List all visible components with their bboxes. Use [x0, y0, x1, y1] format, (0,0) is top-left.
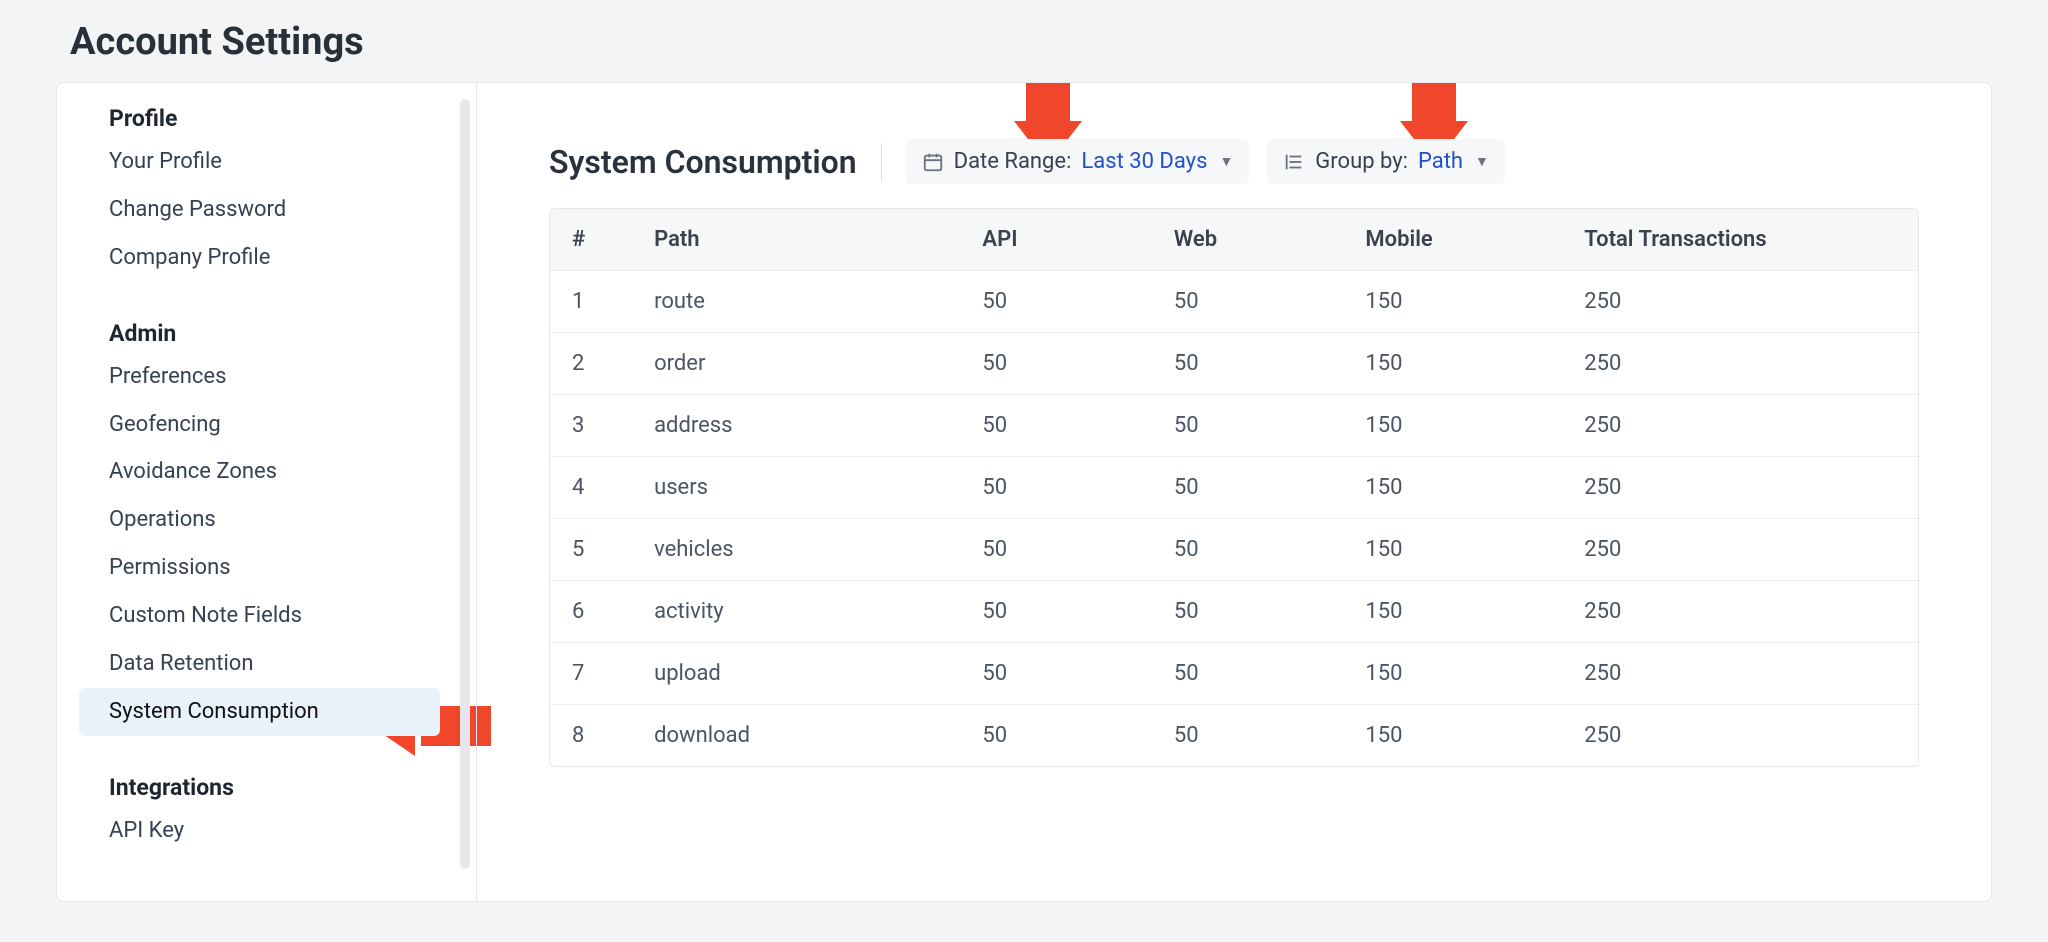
calendar-icon [922, 151, 944, 173]
col-mobile[interactable]: Mobile [1343, 209, 1562, 271]
group-by-selector[interactable]: Group by: Path ▼ [1267, 139, 1505, 184]
cell-path: activity [632, 581, 960, 643]
sidebar-item-custom-note-fields[interactable]: Custom Note Fields [57, 592, 476, 640]
cell-mobile: 150 [1343, 271, 1562, 333]
cell-index: 4 [550, 457, 632, 519]
table-row: 1route5050150250 [550, 271, 1918, 333]
cell-api: 50 [960, 395, 1152, 457]
cell-mobile: 150 [1343, 705, 1562, 767]
cell-total: 250 [1562, 519, 1918, 581]
cell-web: 50 [1152, 395, 1344, 457]
cell-total: 250 [1562, 333, 1918, 395]
cell-path: users [632, 457, 960, 519]
cell-web: 50 [1152, 519, 1344, 581]
sidebar-group-integrations: Integrations [57, 762, 476, 807]
cell-index: 1 [550, 271, 632, 333]
cell-index: 2 [550, 333, 632, 395]
main-panel: System Consumption Date Range: Last 30 D… [477, 83, 1991, 901]
cell-total: 250 [1562, 395, 1918, 457]
date-range-label: Date Range: [954, 149, 1072, 174]
sidebar-item-permissions[interactable]: Permissions [57, 544, 476, 592]
cell-mobile: 150 [1343, 581, 1562, 643]
cell-total: 250 [1562, 271, 1918, 333]
table-row: 8download5050150250 [550, 705, 1918, 767]
cell-web: 50 [1152, 643, 1344, 705]
col-index[interactable]: # [550, 209, 632, 271]
sidebar-item-company-profile[interactable]: Company Profile [57, 234, 476, 282]
sidebar-item-system-consumption[interactable]: System Consumption [79, 688, 440, 736]
group-by-value: Path [1418, 149, 1463, 174]
cell-api: 50 [960, 705, 1152, 767]
cell-path: vehicles [632, 519, 960, 581]
cell-total: 250 [1562, 643, 1918, 705]
col-web[interactable]: Web [1152, 209, 1344, 271]
table-row: 6activity5050150250 [550, 581, 1918, 643]
group-by-label: Group by: [1315, 149, 1408, 174]
date-range-value: Last 30 Days [1081, 149, 1207, 174]
sidebar-item-data-retention[interactable]: Data Retention [57, 640, 476, 688]
cell-web: 50 [1152, 271, 1344, 333]
cell-mobile: 150 [1343, 457, 1562, 519]
cell-index: 8 [550, 705, 632, 767]
col-api[interactable]: API [960, 209, 1152, 271]
sidebar-item-your-profile[interactable]: Your Profile [57, 138, 476, 186]
list-icon [1283, 151, 1305, 173]
cell-path: order [632, 333, 960, 395]
sidebar-item-operations[interactable]: Operations [57, 496, 476, 544]
settings-sidebar: Profile Your Profile Change Password Com… [57, 83, 477, 901]
cell-total: 250 [1562, 457, 1918, 519]
cell-web: 50 [1152, 457, 1344, 519]
cell-api: 50 [960, 333, 1152, 395]
chevron-down-icon: ▼ [1219, 153, 1233, 170]
cell-api: 50 [960, 581, 1152, 643]
table-header-row: # Path API Web Mobile Total Transactions [550, 209, 1918, 271]
cell-mobile: 150 [1343, 333, 1562, 395]
cell-web: 50 [1152, 581, 1344, 643]
cell-api: 50 [960, 643, 1152, 705]
cell-mobile: 150 [1343, 643, 1562, 705]
chevron-down-icon: ▼ [1475, 153, 1489, 170]
cell-api: 50 [960, 457, 1152, 519]
cell-api: 50 [960, 519, 1152, 581]
table-row: 3address5050150250 [550, 395, 1918, 457]
cell-total: 250 [1562, 705, 1918, 767]
cell-mobile: 150 [1343, 395, 1562, 457]
consumption-table: # Path API Web Mobile Total Transactions… [549, 208, 1919, 767]
toolbar: System Consumption Date Range: Last 30 D… [549, 139, 1919, 184]
cell-web: 50 [1152, 705, 1344, 767]
sidebar-scrollbar[interactable] [460, 99, 470, 869]
settings-card: Profile Your Profile Change Password Com… [56, 82, 1992, 902]
sidebar-group-admin: Admin [57, 308, 476, 353]
date-range-selector[interactable]: Date Range: Last 30 Days ▼ [906, 139, 1250, 184]
section-title: System Consumption [549, 143, 857, 181]
toolbar-divider [881, 143, 882, 181]
col-path[interactable]: Path [632, 209, 960, 271]
cell-mobile: 150 [1343, 519, 1562, 581]
table-row: 7upload5050150250 [550, 643, 1918, 705]
sidebar-item-geofencing[interactable]: Geofencing [57, 401, 476, 449]
cell-web: 50 [1152, 333, 1344, 395]
cell-path: upload [632, 643, 960, 705]
sidebar-group-profile: Profile [57, 93, 476, 138]
cell-index: 5 [550, 519, 632, 581]
page-title: Account Settings [70, 20, 1992, 64]
sidebar-item-change-password[interactable]: Change Password [57, 186, 476, 234]
cell-index: 3 [550, 395, 632, 457]
cell-index: 6 [550, 581, 632, 643]
cell-total: 250 [1562, 581, 1918, 643]
cell-path: download [632, 705, 960, 767]
sidebar-item-preferences[interactable]: Preferences [57, 353, 476, 401]
cell-path: address [632, 395, 960, 457]
table-row: 2order5050150250 [550, 333, 1918, 395]
cell-api: 50 [960, 271, 1152, 333]
cell-index: 7 [550, 643, 632, 705]
table-row: 4users5050150250 [550, 457, 1918, 519]
table-row: 5vehicles5050150250 [550, 519, 1918, 581]
col-total[interactable]: Total Transactions [1562, 209, 1918, 271]
sidebar-item-api-key[interactable]: API Key [57, 807, 476, 855]
sidebar-item-avoidance-zones[interactable]: Avoidance Zones [57, 448, 476, 496]
cell-path: route [632, 271, 960, 333]
